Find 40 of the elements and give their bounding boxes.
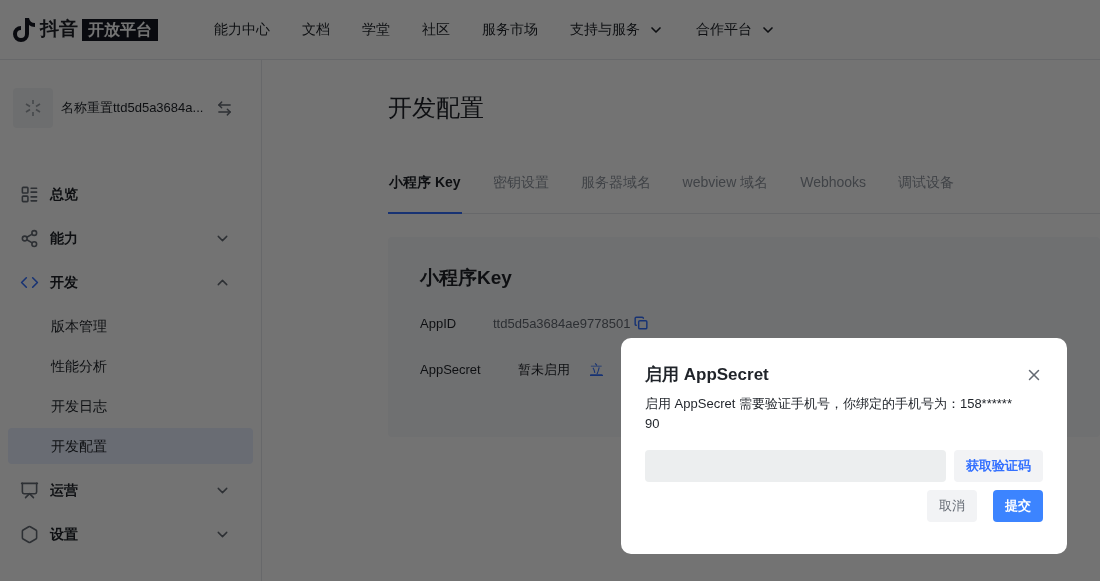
switch-icon[interactable] <box>216 99 233 117</box>
sidebar-item[interactable]: 总览 <box>8 172 253 216</box>
nav-link[interactable]: 合作平台 <box>696 19 776 40</box>
share-icon <box>20 228 39 248</box>
nav-link[interactable]: 社区 <box>422 19 450 40</box>
sidebar-item[interactable]: 能力 <box>8 216 253 260</box>
logo-icon <box>12 16 36 43</box>
logo-badge: 开放平台 <box>82 18 158 41</box>
presentation-icon <box>20 480 39 500</box>
enable-link[interactable]: 立 <box>590 360 603 380</box>
sidebar-item[interactable]: 设置 <box>8 512 253 556</box>
field-label: AppSecret <box>420 361 482 379</box>
dialog-message: 启用 AppSecret 需要验证手机号，你绑定的手机号为：158******90 <box>645 394 1013 433</box>
nav-link[interactable]: 学堂 <box>362 19 390 40</box>
sidebar-subitem[interactable]: 版本管理 <box>8 308 253 344</box>
hexagon-icon <box>20 524 39 544</box>
sidebar-item[interactable]: 开发 <box>8 260 253 304</box>
sidebar-subitem[interactable]: 开发配置 <box>8 428 253 464</box>
copy-icon[interactable] <box>634 316 649 331</box>
sidebar-subitem[interactable]: 开发日志 <box>8 388 253 424</box>
nav-link[interactable]: 服务市场 <box>482 19 538 40</box>
tab[interactable]: 小程序 Key <box>388 160 462 214</box>
appid-value: ttd5d5a3684ae9778501 <box>493 314 631 333</box>
nav-link[interactable]: 文档 <box>302 19 330 40</box>
logo-text: 抖音 <box>40 17 78 42</box>
app-avatar <box>13 88 53 128</box>
cancel-button[interactable]: 取消 <box>927 489 977 522</box>
card-title: 小程序Key <box>420 266 513 290</box>
sidebar-subitem[interactable]: 性能分析 <box>8 348 253 384</box>
sidebar-item[interactable]: 运营 <box>8 468 253 512</box>
page-title: 开发配置 <box>388 93 485 123</box>
overview-icon <box>20 184 39 204</box>
get-code-button[interactable]: 获取验证码 <box>954 449 1043 482</box>
submit-button[interactable]: 提交 <box>993 489 1043 522</box>
dialog-title: 启用 AppSecret <box>645 364 769 386</box>
nav-link[interactable]: 支持与服务 <box>570 19 664 40</box>
nav-link[interactable]: 能力中心 <box>214 19 270 40</box>
field-label: AppID <box>420 314 458 333</box>
status-text: 暂未启用 <box>518 361 570 379</box>
app-name: 名称重置ttd5d5a3684a... <box>61 99 205 118</box>
